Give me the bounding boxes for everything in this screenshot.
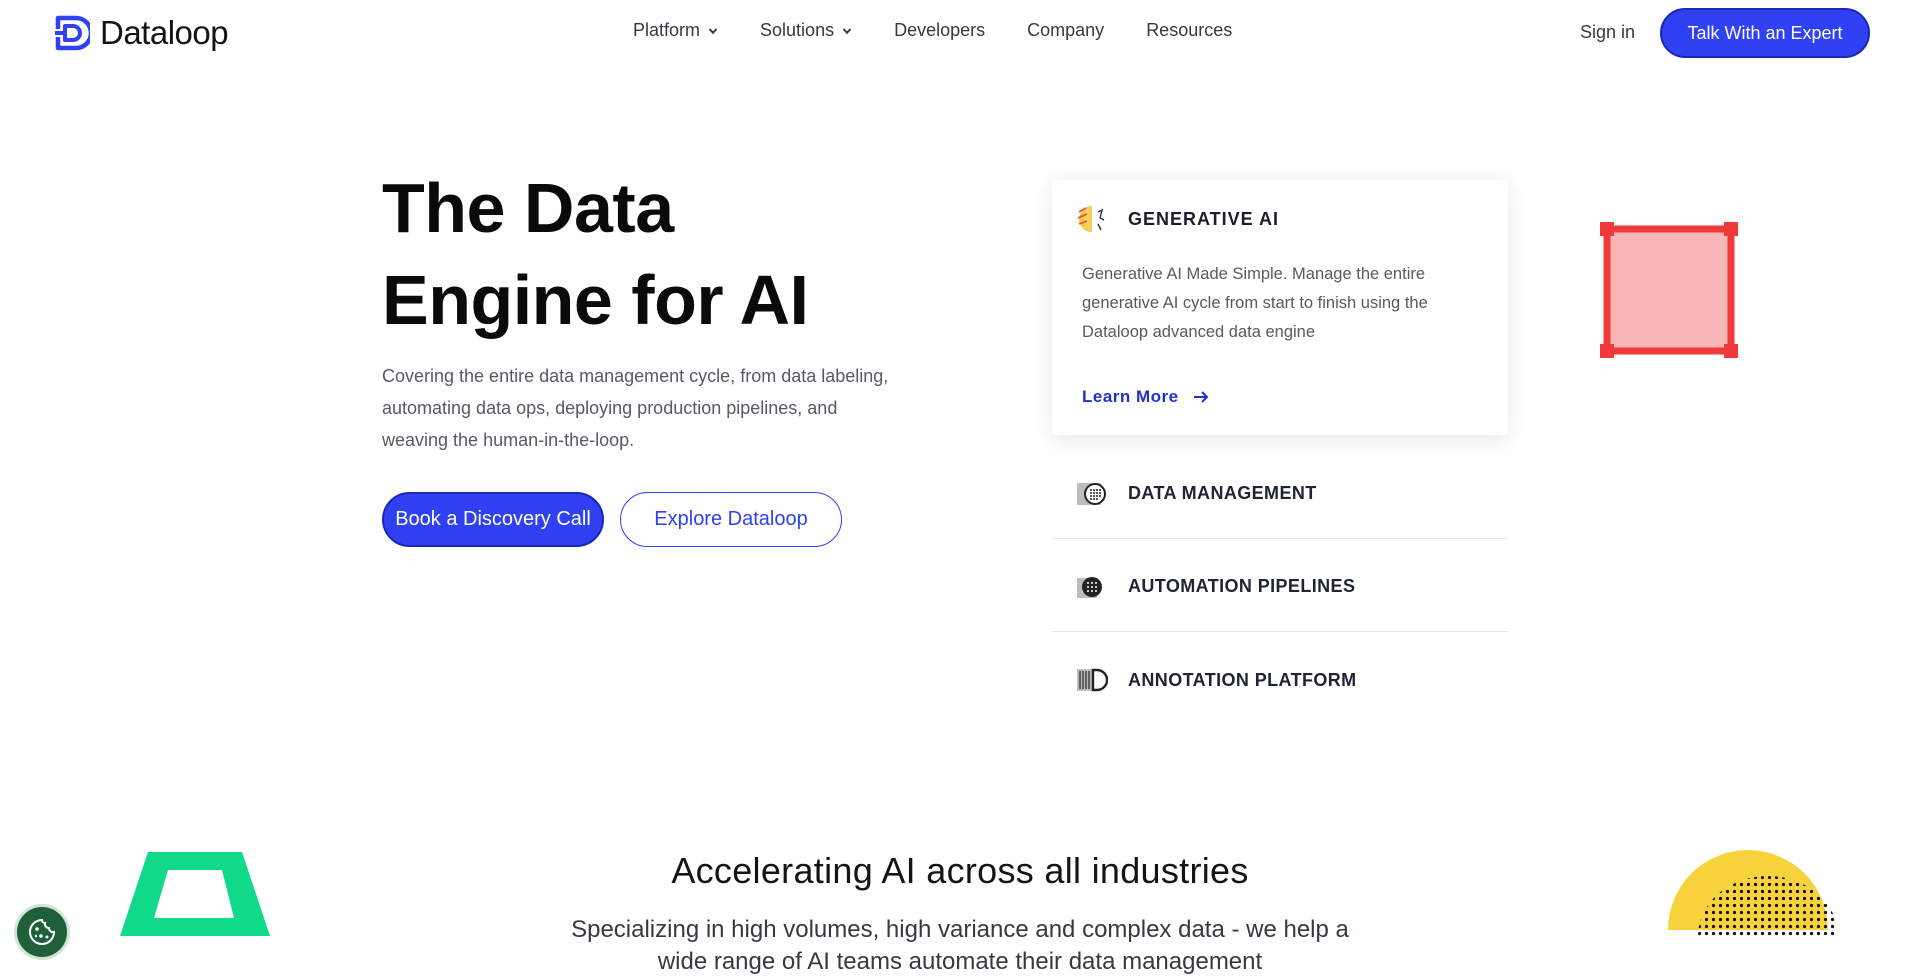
feature-card-header: GENERATIVE AI [1074,202,1279,236]
feature-card-generative-ai: GENERATIVE AI Generative AI Made Simple.… [1052,180,1508,435]
hero-subtitle: Covering the entire data management cycl… [382,366,889,450]
learn-more-link[interactable]: Learn More [1082,387,1209,407]
nav-company-label: Company [1027,20,1105,40]
nav-solutions-label: Solutions [760,20,835,40]
generative-ai-icon [1074,202,1108,236]
feature-card-description: Generative AI Made Simple. Manage the en… [1082,265,1428,341]
nav-platform-label: Platform [633,20,701,40]
feature-item-automation-pipelines[interactable]: AUTOMATION PIPELINES [1052,542,1508,632]
hero-title-line-1: The Data [382,169,674,247]
main-nav: Platform Solutions Developers Company Re… [633,20,1232,41]
feature-item-title: AUTOMATION PIPELINES [1128,576,1356,596]
chevron-down-icon [708,27,718,34]
brand-name: Dataloop [100,14,229,51]
cookie-settings-button[interactable] [14,904,70,960]
nav-developers[interactable]: Developers [894,20,985,41]
site-header: Dataloop Platform Solutions Developers C… [0,0,1920,66]
talk-with-expert-button[interactable]: Talk With an Expert [1660,8,1870,58]
feature-item-title: ANNOTATION PLATFORM [1128,669,1357,690]
automation-pipelines-icon [1074,570,1108,604]
book-discovery-call-button[interactable]: Book a Discovery Call [382,492,604,547]
sign-in-link[interactable]: Sign in [1580,22,1635,43]
hero-title: The Data Engine for AI [382,162,942,346]
section-subtitle: Specializing in high volumes, high varia… [571,916,1349,975]
learn-more-label: Learn More [1082,387,1179,406]
nav-solutions[interactable]: Solutions [760,20,852,41]
explore-dataloop-button[interactable]: Explore Dataloop [620,492,842,547]
data-management-icon [1074,477,1108,511]
chevron-down-icon [842,27,852,34]
nav-company[interactable]: Company [1027,20,1104,41]
feature-item-annotation-platform[interactable]: ANNOTATION PLATFORM [1052,635,1508,725]
dataloop-logo-icon [52,14,94,52]
arrow-right-icon [1193,391,1209,403]
section-title: Accelerating AI across all industries [671,850,1249,891]
nav-resources-label: Resources [1146,20,1233,40]
hero-title-line-2: Engine for AI [382,261,809,339]
dataloop-logo[interactable]: Dataloop [52,14,229,52]
nav-resources[interactable]: Resources [1146,20,1232,41]
feature-card-title: GENERATIVE AI [1128,208,1280,229]
nav-platform[interactable]: Platform [633,20,718,41]
bounding-box-decoration [1600,222,1738,358]
feature-item-data-management[interactable]: DATA MANAGEMENT [1052,449,1508,539]
annotation-platform-icon [1074,663,1108,697]
cookie-icon [29,918,56,945]
feature-item-title: DATA MANAGEMENT [1128,483,1317,503]
nav-developers-label: Developers [894,20,986,40]
